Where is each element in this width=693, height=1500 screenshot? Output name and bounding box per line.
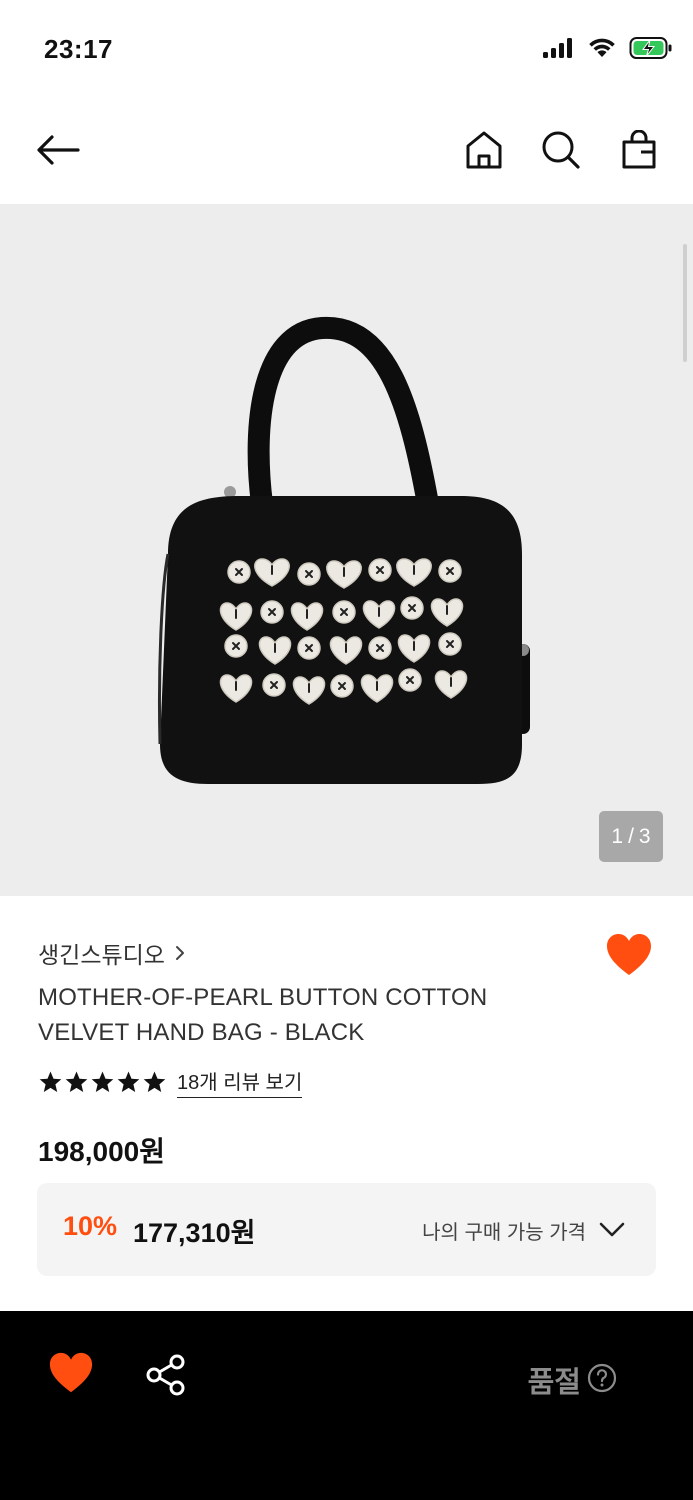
star-icon [65,1071,88,1092]
chevron-right-icon [175,946,184,960]
bottom-action-bar: 품절 [0,1311,693,1500]
wishlist-button[interactable] [605,932,653,980]
star-icon [143,1071,166,1092]
image-counter-separator: / [628,824,634,848]
back-button[interactable] [32,124,84,176]
share-button[interactable] [144,1353,188,1397]
app-header [0,100,693,204]
brand-link[interactable]: 생긴스튜디오 [38,936,185,970]
arrow-left-icon [37,135,80,165]
image-counter-current: 1 [611,824,624,848]
battery-charging-icon [629,37,672,59]
bottom-wishlist-button[interactable] [48,1351,94,1397]
heart-filled-icon [49,1352,93,1393]
search-icon [542,131,580,169]
product-info: 생긴스튜디오 MOTHER-OF-PEARL BUTTON COTTON VEL… [0,896,693,1310]
review-link[interactable]: 18개 리뷰 보기 [177,1066,303,1098]
sold-out-label: 품절 [527,1367,581,1399]
star-icon [117,1071,140,1092]
home-icon [466,131,502,169]
star-icon [91,1071,114,1092]
help-icon[interactable] [587,1363,617,1393]
original-price: 198,000원 [38,1136,165,1167]
wifi-icon [589,38,615,57]
discount-price: 177,310원 [133,1218,256,1248]
image-counter-total: 3 [638,824,651,848]
shopping-bag-icon [622,130,656,169]
heart-filled-icon [607,934,651,975]
search-button[interactable] [535,124,587,176]
product-image [157,316,530,784]
status-time: 23:17 [44,34,113,64]
status-bar: 23:17 [0,0,693,100]
product-title-line2: VELVET HAND BAG - BLACK [38,1019,365,1046]
star-rating [38,1070,167,1094]
product-title: MOTHER-OF-PEARL BUTTON COTTON VELVET HAN… [38,980,598,1050]
discount-price-dropdown[interactable]: 10% 177,310원 나의 구매 가능 가격 [37,1183,656,1276]
cart-button[interactable] [613,124,665,176]
rating-row: 18개 리뷰 보기 [38,1066,303,1098]
product-image-gallery[interactable]: 1 / 3 [0,204,693,896]
gallery-scrollbar[interactable] [683,244,687,362]
home-button[interactable] [458,124,510,176]
discount-label: 나의 구매 가능 가격 [422,1222,586,1244]
status-icons [543,36,673,60]
cellular-signal-icon [543,38,572,58]
discount-percent: 10% [63,1211,118,1241]
product-title-line1: MOTHER-OF-PEARL BUTTON COTTON [38,984,488,1011]
image-counter: 1 / 3 [599,811,663,862]
chevron-down-icon [599,1222,625,1237]
star-icon [39,1071,62,1092]
brand-name: 생긴스튜디오 [38,942,165,968]
share-icon [146,1354,185,1396]
